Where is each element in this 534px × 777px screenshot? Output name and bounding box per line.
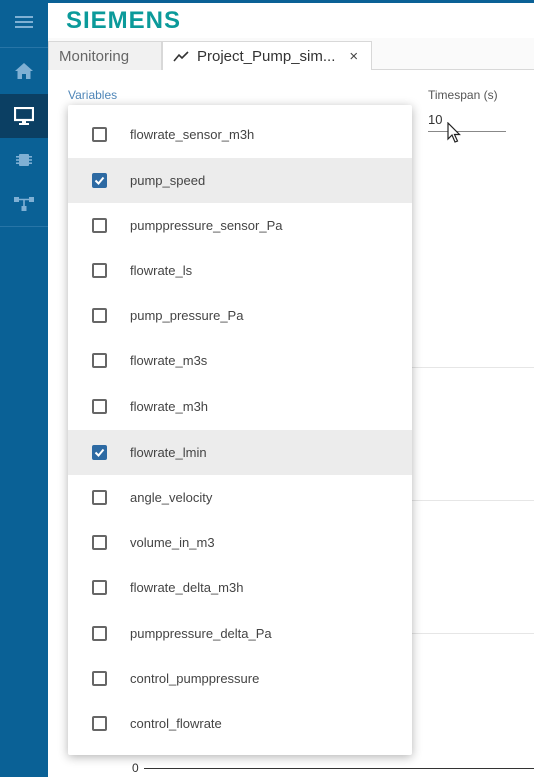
- checkbox[interactable]: [92, 127, 107, 142]
- variable-option[interactable]: pumppressure_delta_Pa: [68, 611, 412, 656]
- variable-option[interactable]: flowrate_lmin: [68, 430, 412, 475]
- trend-icon: [173, 50, 189, 62]
- checkbox[interactable]: [92, 490, 107, 505]
- menu-button[interactable]: [0, 0, 48, 44]
- checkbox[interactable]: [92, 263, 107, 278]
- variable-label: pump_speed: [130, 173, 206, 188]
- timespan-input[interactable]: 10: [428, 112, 506, 132]
- variable-option[interactable]: pump_speed: [68, 158, 412, 203]
- variable-option[interactable]: angle_velocity: [68, 475, 412, 520]
- variables-dropdown[interactable]: flowrate_sensor_m3h pump_speed pumppress…: [68, 105, 412, 755]
- chart-gridline: [408, 500, 534, 501]
- close-tab-button[interactable]: ×: [349, 48, 358, 65]
- sidebar-item-home[interactable]: [0, 49, 48, 93]
- variable-option[interactable]: flowrate_m3h: [68, 384, 412, 429]
- sidebar-item-devices[interactable]: [0, 138, 48, 182]
- variable-label: pumppressure_sensor_Pa: [130, 218, 283, 233]
- variable-option[interactable]: pumppressure_sensor_Pa: [68, 203, 412, 248]
- variable-option[interactable]: volume_in_m3: [68, 520, 412, 565]
- checkbox[interactable]: [92, 399, 107, 414]
- variable-label: flowrate_lmin: [130, 445, 207, 460]
- checkbox[interactable]: [92, 626, 107, 641]
- tab-bar: Monitoring Project_Pump_sim... ×: [48, 38, 534, 71]
- variable-option[interactable]: control_pumppressure: [68, 656, 412, 701]
- mouse-cursor-icon: [447, 122, 461, 143]
- checkbox-checked[interactable]: [92, 445, 107, 460]
- checkbox[interactable]: [92, 353, 107, 368]
- tab-label: Project_Pump_sim...: [197, 48, 336, 65]
- variable-label: control_flowrate: [130, 716, 222, 731]
- variable-label: pumppressure_delta_Pa: [130, 626, 272, 641]
- timespan-label: Timespan (s): [428, 88, 498, 102]
- variable-label: volume_in_m3: [130, 535, 215, 550]
- home-icon: [15, 63, 33, 79]
- checkbox[interactable]: [92, 671, 107, 686]
- chip-icon: [16, 154, 32, 166]
- variable-label: flowrate_sensor_m3h: [130, 127, 255, 142]
- checkbox[interactable]: [92, 580, 107, 595]
- siemens-logo: SIEMENS: [66, 7, 182, 34]
- checkbox[interactable]: [92, 535, 107, 550]
- variables-label: Variables: [68, 88, 118, 102]
- variable-option[interactable]: flowrate_m3s: [68, 338, 412, 383]
- variable-option[interactable]: flowrate_ls: [68, 248, 412, 293]
- checkbox-checked[interactable]: [92, 173, 107, 188]
- chart-x-axis: [144, 768, 534, 769]
- variable-option[interactable]: pump_pressure_Pa: [68, 293, 412, 338]
- variable-option[interactable]: flowrate_sensor_m3h: [68, 112, 412, 157]
- network-icon: [14, 197, 34, 211]
- variable-label: control_pumppressure: [130, 671, 260, 686]
- variable-label: flowrate_delta_m3h: [130, 580, 244, 595]
- variable-label: angle_velocity: [130, 490, 213, 505]
- variable-label: flowrate_ls: [130, 263, 193, 278]
- tab-label: Monitoring: [59, 47, 130, 65]
- app-header: SIEMENS: [48, 0, 534, 38]
- checkbox[interactable]: [92, 308, 107, 323]
- checkbox[interactable]: [92, 218, 107, 233]
- sidebar-item-monitoring[interactable]: [0, 94, 48, 138]
- checkmark-icon: [94, 176, 105, 185]
- tab-project-pump[interactable]: Project_Pump_sim... ×: [162, 41, 372, 71]
- checkmark-icon: [94, 448, 105, 457]
- tab-monitoring[interactable]: Monitoring: [48, 41, 162, 70]
- variable-label: flowrate_m3s: [130, 353, 208, 368]
- variable-label: pump_pressure_Pa: [130, 308, 244, 323]
- chart-gridline: [408, 367, 534, 368]
- sidebar-divider: [0, 47, 48, 48]
- variable-option[interactable]: control_flowrate: [68, 701, 412, 746]
- variable-label: flowrate_m3h: [130, 399, 209, 414]
- menu-icon: [15, 16, 33, 28]
- monitor-icon: [14, 107, 34, 125]
- sidebar-item-network[interactable]: [0, 182, 48, 226]
- variable-option[interactable]: flowrate_delta_m3h: [68, 565, 412, 610]
- checkbox[interactable]: [92, 716, 107, 731]
- axis-tick-label: 0: [132, 761, 139, 775]
- chart-gridline: [408, 633, 534, 634]
- sidebar: [0, 0, 48, 777]
- sidebar-divider: [0, 226, 48, 227]
